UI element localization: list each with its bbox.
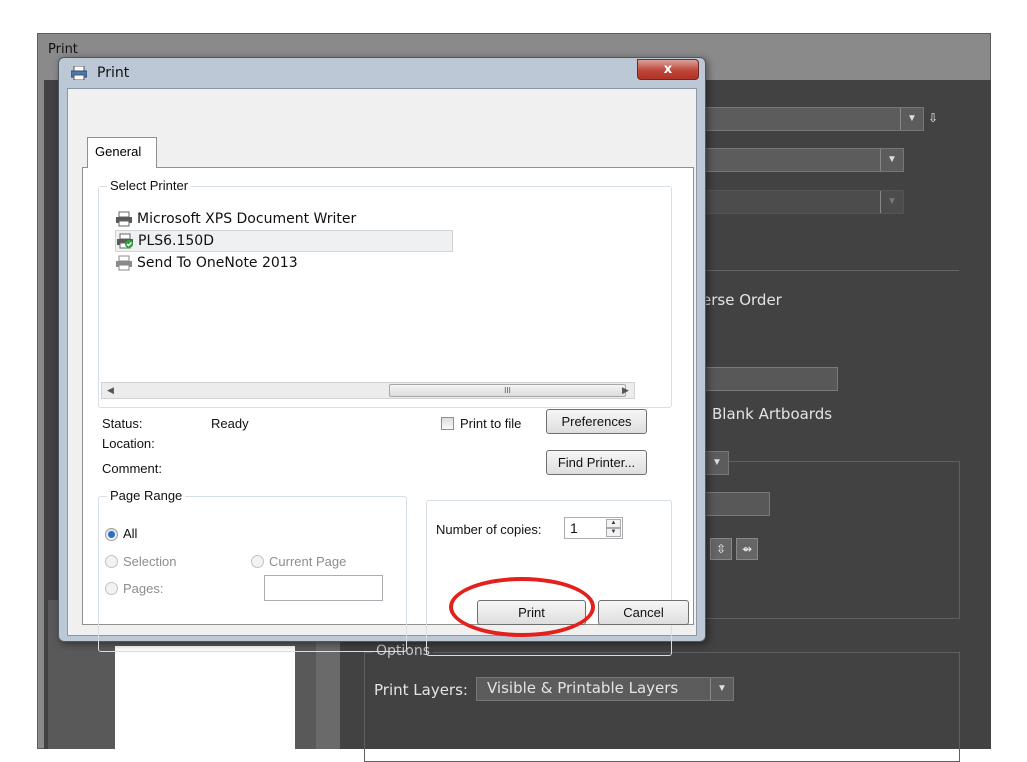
chevron-down-icon: ▼ [880,191,903,213]
print-layers-value: Visible & Printable Layers [487,679,679,697]
dialog-title: Print [97,65,130,81]
range-pages-radio [105,582,118,595]
cancel-button[interactable]: Cancel [598,600,689,625]
select-printer-legend: Select Printer [107,178,192,193]
chevron-down-icon: ▼ [880,149,903,171]
print-to-file-checkbox[interactable] [441,417,454,430]
chevron-down-icon: ▼ [900,108,923,130]
printer-label: PLS6.150D [138,233,214,249]
scroll-left-arrow-icon[interactable]: ◀ [102,383,119,398]
range-all-radio[interactable] [105,528,118,541]
width-field[interactable] [704,492,770,516]
location-label: Location: [102,436,155,451]
printer-icon [116,255,132,271]
range-pages-label: Pages: [123,581,164,596]
spin-down-icon[interactable]: ▼ [606,528,621,537]
printer-item-pls6[interactable]: PLS6.150D [115,230,453,252]
page-range-legend: Page Range [107,488,186,503]
orientation-landscape-icon[interactable]: ⇴ [736,538,758,560]
print-to-file-label: Print to file [460,416,522,431]
orientation-portrait-icon[interactable]: ⇳ [710,538,732,560]
print-layers-select[interactable]: Visible & Printable Layers ▼ [476,677,734,701]
range-all-label: All [123,526,138,541]
copies-value: 1 [570,520,578,536]
pages-input[interactable] [264,575,383,601]
range-current-page-label: Current Page [269,554,347,569]
scrollbar-thumb[interactable]: III [389,384,626,397]
range-selection-radio [105,555,118,568]
printer-icon [71,66,87,80]
range-field[interactable] [704,367,838,391]
scroll-right-arrow-icon[interactable]: ▶ [617,383,634,398]
tab-general[interactable]: General [87,137,157,168]
print-layers-label: Print Layers: [374,681,468,699]
find-printer-button[interactable]: Find Printer... [546,450,647,475]
printer-icon [116,211,132,227]
status-value: Ready [211,416,249,431]
preferences-button[interactable]: Preferences [546,409,647,434]
general-tab-page: Select Printer Microsoft XPS Document Wr… [82,167,694,656]
chevron-down-icon: ▼ [710,678,733,700]
close-button[interactable]: x [637,59,699,80]
range-selection-label: Selection [123,554,177,569]
copies-label: Number of copies: [436,522,542,537]
dialog-client-area: General Select Printer Microsoft XPS Doc… [67,88,697,656]
skip-blank-artboards-label: Blank Artboards [712,405,833,423]
printer-list-scrollbar[interactable]: ◀ III ▶ [101,382,635,399]
printer-default-check-icon [117,233,133,249]
save-preset-icon[interactable]: ⇩ [922,108,944,130]
printer-label: Microsoft XPS Document Writer [137,211,357,227]
comment-label: Comment: [102,461,162,476]
highlight-circle-annotation [449,577,595,637]
select-printer-group: Select Printer Microsoft XPS Document Wr… [98,178,672,408]
print-dialog: Print x General Select Printer Microsoft… [58,57,706,656]
page-range-group: Page Range [98,488,407,652]
options-group [364,652,960,762]
spin-up-icon[interactable]: ▲ [606,519,621,528]
chevron-down-icon: ▼ [705,452,728,474]
printer-label: Send To OneNote 2013 [137,255,298,271]
status-label: Status: [102,416,143,431]
copies-input[interactable]: 1 ▲ ▼ [564,517,623,539]
reverse-order-label: erse Order [702,291,782,309]
preview-page [115,646,295,749]
media-size-select[interactable]: ▼ [704,451,729,475]
background-window-title: Print [48,42,78,57]
range-current-page-radio [251,555,264,568]
